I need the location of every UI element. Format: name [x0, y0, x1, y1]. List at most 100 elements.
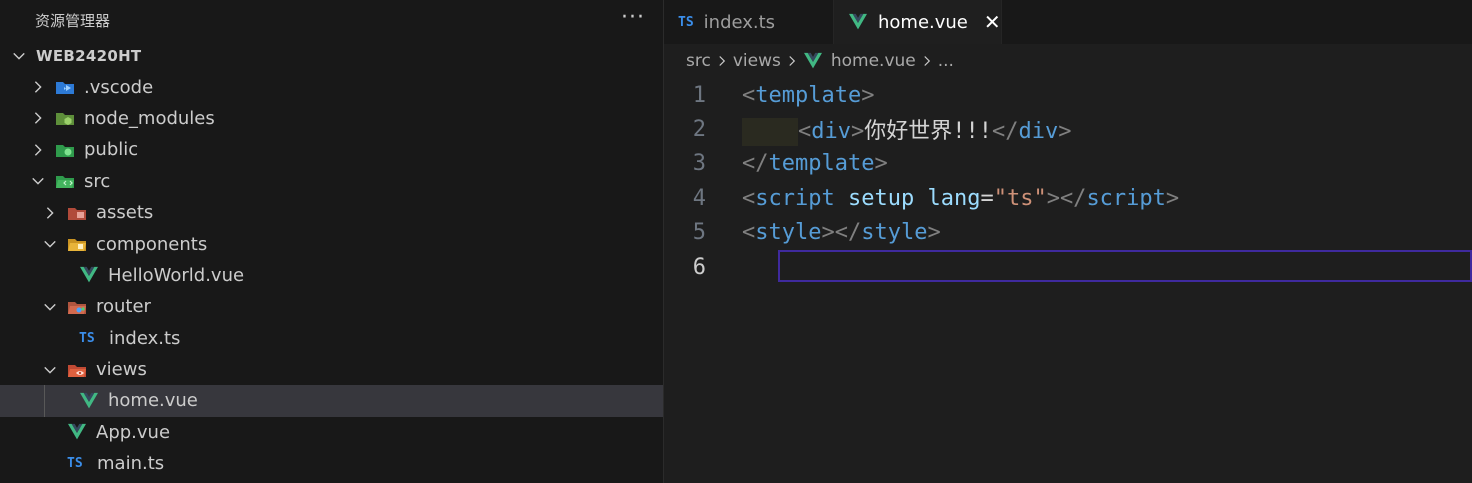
tree-item-label: router	[96, 296, 151, 318]
tab-bar: TS index.ts home.vue ✕	[664, 0, 1472, 44]
code-token: 你好世界!!!	[864, 119, 992, 145]
tree-item-label: views	[96, 359, 147, 381]
src-folder-icon	[55, 172, 75, 190]
chevron-right-icon[interactable]	[31, 111, 45, 125]
breadcrumb: src views home.vue ...	[664, 44, 1472, 78]
code-token: </	[992, 119, 1019, 145]
breadcrumb-views[interactable]: views	[733, 51, 781, 71]
code-line-2[interactable]: 2 <div>你好世界!!!</div>	[664, 112, 1472, 147]
chevron-down-icon[interactable]	[43, 363, 57, 377]
tree-item-label: main.ts	[97, 453, 165, 475]
code-token: style	[861, 220, 928, 246]
code-editor[interactable]: 1 <template> 2 <div>你好世界!!!</div> 3 </te…	[664, 78, 1472, 284]
tab-index-ts[interactable]: TS index.ts	[664, 0, 834, 44]
tab-label: index.ts	[703, 11, 776, 33]
vue-file-icon	[79, 266, 99, 284]
code-token: >	[1165, 185, 1180, 211]
tab-label: home.vue	[878, 11, 968, 33]
code-token: >	[861, 82, 875, 108]
vue-file-icon	[79, 392, 99, 410]
tree-item-vscode[interactable]: .vscode	[0, 71, 663, 102]
views-folder-icon	[67, 361, 87, 379]
code-line-4[interactable]: 4 <script setup lang="ts"></script>	[664, 181, 1472, 215]
chevron-right-icon[interactable]	[31, 143, 45, 157]
code-line-6[interactable]: 6	[664, 249, 1472, 284]
explorer-sidebar: 资源管理器 ··· WEB2420HT .vscode node_modules…	[0, 0, 664, 483]
ts-file-icon: TS	[678, 14, 694, 30]
tree-item-label: HelloWorld.vue	[108, 264, 245, 286]
tree-root[interactable]: WEB2420HT	[0, 40, 663, 71]
vscode-folder-icon	[55, 78, 75, 96]
ts-file-icon: TS	[67, 456, 83, 472]
breadcrumb-ellipsis[interactable]: ...	[938, 51, 954, 71]
code-token: script	[1086, 185, 1166, 211]
code-line-1[interactable]: 1 <template>	[664, 78, 1472, 112]
tree-root-label: WEB2420HT	[36, 46, 142, 65]
explorer-title: 资源管理器	[35, 11, 111, 30]
vue-file-icon	[848, 13, 868, 31]
tree-item-home-vue[interactable]: home.vue	[0, 385, 663, 417]
chevron-right-icon	[921, 55, 933, 67]
components-folder-icon	[67, 235, 87, 253]
chevron-down-icon[interactable]	[12, 49, 26, 63]
code-token: setup	[847, 185, 915, 211]
tree-item-components[interactable]: components	[0, 228, 663, 259]
indent-guide	[44, 385, 45, 417]
line-number: 1	[692, 82, 706, 108]
tree-item-assets[interactable]: assets	[0, 197, 663, 228]
chevron-down-icon[interactable]	[43, 300, 57, 314]
tree-item-label: index.ts	[109, 327, 181, 349]
chevron-down-icon[interactable]	[31, 174, 45, 188]
chevron-right-icon[interactable]	[31, 80, 45, 94]
code-token: script	[755, 185, 835, 211]
line-number: 6	[692, 254, 706, 280]
tree-item-label: .vscode	[84, 76, 154, 98]
tree-item-router[interactable]: router	[0, 291, 663, 322]
code-token: div	[811, 119, 851, 145]
code-token: div	[1018, 119, 1059, 145]
code-token: "ts"	[993, 185, 1047, 211]
vue-file-icon	[803, 52, 823, 70]
code-token: <	[798, 119, 812, 145]
code-token: =	[980, 185, 994, 211]
more-actions-icon[interactable]: ···	[621, 5, 645, 30]
code-token: <	[742, 82, 756, 108]
code-token: </	[1059, 185, 1087, 211]
tree-item-app-vue[interactable]: App.vue	[0, 417, 663, 448]
tree-item-src[interactable]: src	[0, 166, 663, 197]
code-line-5[interactable]: 5 <style></style>	[664, 216, 1472, 250]
close-icon[interactable]: ✕	[984, 12, 1001, 32]
tree-item-views[interactable]: views	[0, 354, 663, 385]
assets-folder-icon	[67, 204, 87, 222]
code-token: template	[755, 82, 862, 108]
tree-item-index-ts[interactable]: TS index.ts	[0, 323, 663, 354]
code-token: >	[1046, 185, 1060, 211]
tree-item-label: home.vue	[108, 390, 198, 412]
tree-item-label: src	[84, 170, 111, 192]
tab-home-vue[interactable]: home.vue ✕	[834, 0, 1002, 44]
explorer-header: 资源管理器 ···	[0, 0, 663, 40]
router-folder-icon	[67, 298, 87, 316]
chevron-right-icon[interactable]	[43, 206, 57, 220]
tree-item-label: assets	[96, 202, 154, 224]
public-folder-icon	[55, 141, 75, 159]
vue-file-icon	[67, 423, 87, 441]
chevron-down-icon[interactable]	[43, 237, 57, 251]
code-token: </	[834, 220, 862, 246]
breadcrumb-src[interactable]: src	[686, 51, 711, 71]
tree-item-label: components	[96, 233, 208, 255]
code-token: style	[755, 220, 822, 246]
code-token: <	[742, 185, 756, 211]
tree-item-node-modules[interactable]: node_modules	[0, 103, 663, 134]
tree-item-public[interactable]: public	[0, 134, 663, 165]
editor-area: TS index.ts home.vue ✕ src views home.vu…	[664, 0, 1472, 483]
breadcrumb-home-vue[interactable]: home.vue	[831, 51, 916, 71]
code-line-3[interactable]: 3 </template>	[664, 147, 1472, 181]
tree-item-label: App.vue	[96, 421, 171, 443]
code-token: lang	[927, 185, 981, 211]
code-token: >	[851, 119, 865, 145]
code-token: >	[927, 220, 941, 246]
tree-item-helloworld-vue[interactable]: HelloWorld.vue	[0, 260, 663, 291]
code-token: >	[821, 220, 835, 246]
tree-item-main-ts[interactable]: TS main.ts	[0, 448, 663, 479]
